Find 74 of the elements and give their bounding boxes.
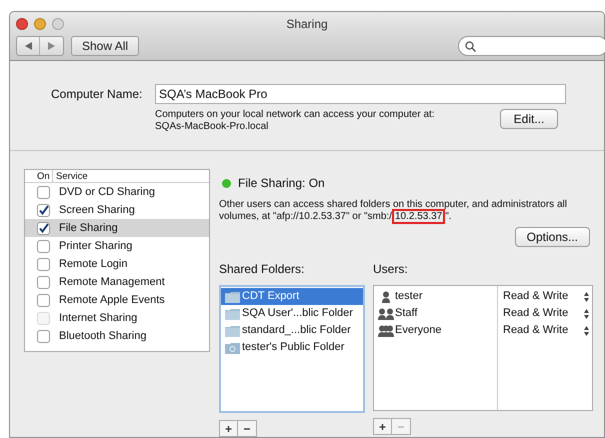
options-button[interactable]: Options... xyxy=(514,227,590,247)
add-button[interactable]: + xyxy=(373,418,392,435)
status-title: File Sharing: On xyxy=(238,175,325,192)
folder-name: SQA User'...blic Folder xyxy=(242,306,353,322)
shared-folders-label: Shared Folders: xyxy=(219,262,304,276)
checkbox[interactable] xyxy=(36,222,50,234)
users-label: Users: xyxy=(373,262,408,276)
permission-popup[interactable]: Read & Write xyxy=(498,288,592,305)
computer-name-field[interactable]: SQA’s MacBook Pro xyxy=(155,84,566,104)
user-name: Staff xyxy=(395,306,418,322)
service-name: File Sharing xyxy=(58,220,118,236)
folder-icon xyxy=(225,308,240,320)
add-button[interactable]: + xyxy=(219,420,238,437)
search-field[interactable] xyxy=(458,36,605,56)
checkbox[interactable] xyxy=(36,204,50,216)
remove-button[interactable]: − xyxy=(238,420,257,437)
left-triangle-icon xyxy=(24,42,32,50)
service-name: DVD or CD Sharing xyxy=(58,184,155,200)
service-row[interactable]: Remote Apple Events xyxy=(25,291,209,309)
service-name: Internet Sharing xyxy=(58,310,138,326)
service-row[interactable]: File Sharing xyxy=(25,219,209,237)
close-icon[interactable] xyxy=(16,18,28,30)
up-down-arrows-icon xyxy=(584,292,589,302)
folder-name: CDT Export xyxy=(242,289,300,304)
user-name: tester xyxy=(395,289,423,304)
search-icon xyxy=(465,40,476,52)
computer-name-label: Computer Name: xyxy=(51,86,144,103)
service-row[interactable]: Remote Management xyxy=(25,273,209,291)
people-icon xyxy=(378,308,394,320)
service-row[interactable]: Remote Login xyxy=(25,255,209,273)
right-triangle-icon xyxy=(48,42,55,50)
folder-icon xyxy=(225,324,240,336)
status-description: Other users can access shared folders on this computer, and administrators all volumes, at "afp://10.2.53.37" or "smb:/ 10.2.53.37 ". xyxy=(219,199,568,223)
checkbox[interactable] xyxy=(36,330,50,342)
folder-name: tester's Public Folder xyxy=(242,340,344,356)
service-name: Bluetooth Sharing xyxy=(58,328,146,344)
show-all-button[interactable]: Show All xyxy=(71,36,140,56)
folder-row[interactable]: tester's Public Folder xyxy=(221,339,363,356)
service-name: Remote Apple Events xyxy=(58,292,165,308)
checkbox[interactable] xyxy=(36,294,50,306)
folder-icon xyxy=(225,342,240,354)
network-hint: Computers on your local network can access your computer at: xyxy=(155,108,436,121)
service-name: Screen Sharing xyxy=(58,202,135,218)
permission-popup[interactable]: Read & Write xyxy=(498,322,592,339)
service-name: Printer Sharing xyxy=(58,238,132,254)
column-header: Service xyxy=(55,170,88,182)
up-down-arrows-icon xyxy=(584,308,589,318)
checkbox[interactable] xyxy=(36,276,50,288)
checkmark-icon xyxy=(38,204,48,216)
service-row[interactable]: Printer Sharing xyxy=(25,237,209,255)
folder-row[interactable]: standard_...blic Folder xyxy=(221,322,363,339)
window-title: Sharing xyxy=(285,16,329,32)
service-row[interactable]: Screen Sharing xyxy=(25,201,209,219)
checkmark-icon xyxy=(38,222,48,234)
folder-row[interactable]: SQA User'...blic Folder xyxy=(221,305,363,322)
minimize-icon[interactable] xyxy=(34,18,46,30)
service-row[interactable]: Bluetooth Sharing xyxy=(25,327,209,345)
people-icon xyxy=(378,324,394,336)
permission-popup[interactable]: Read & Write xyxy=(498,305,592,322)
up-down-arrows-icon xyxy=(584,326,589,336)
zoom-icon[interactable] xyxy=(52,18,64,30)
checkbox[interactable] xyxy=(36,240,50,252)
checkbox[interactable] xyxy=(36,186,50,198)
folder-name: standard_...blic Folder xyxy=(242,323,351,338)
folder-row[interactable]: CDT Export xyxy=(221,288,363,305)
service-row[interactable]: DVD or CD Sharing xyxy=(25,183,209,201)
service-name: Remote Management xyxy=(58,274,165,290)
edit-button[interactable]: Edit... xyxy=(500,108,558,129)
local-hostname: SQAs-MacBook-Pro.local xyxy=(155,120,270,133)
column-header: On xyxy=(25,170,53,182)
checkbox[interactable] xyxy=(36,258,50,270)
service-name: Remote Login xyxy=(58,256,128,272)
folder-icon xyxy=(225,290,240,302)
user-name: Everyone xyxy=(395,323,442,338)
